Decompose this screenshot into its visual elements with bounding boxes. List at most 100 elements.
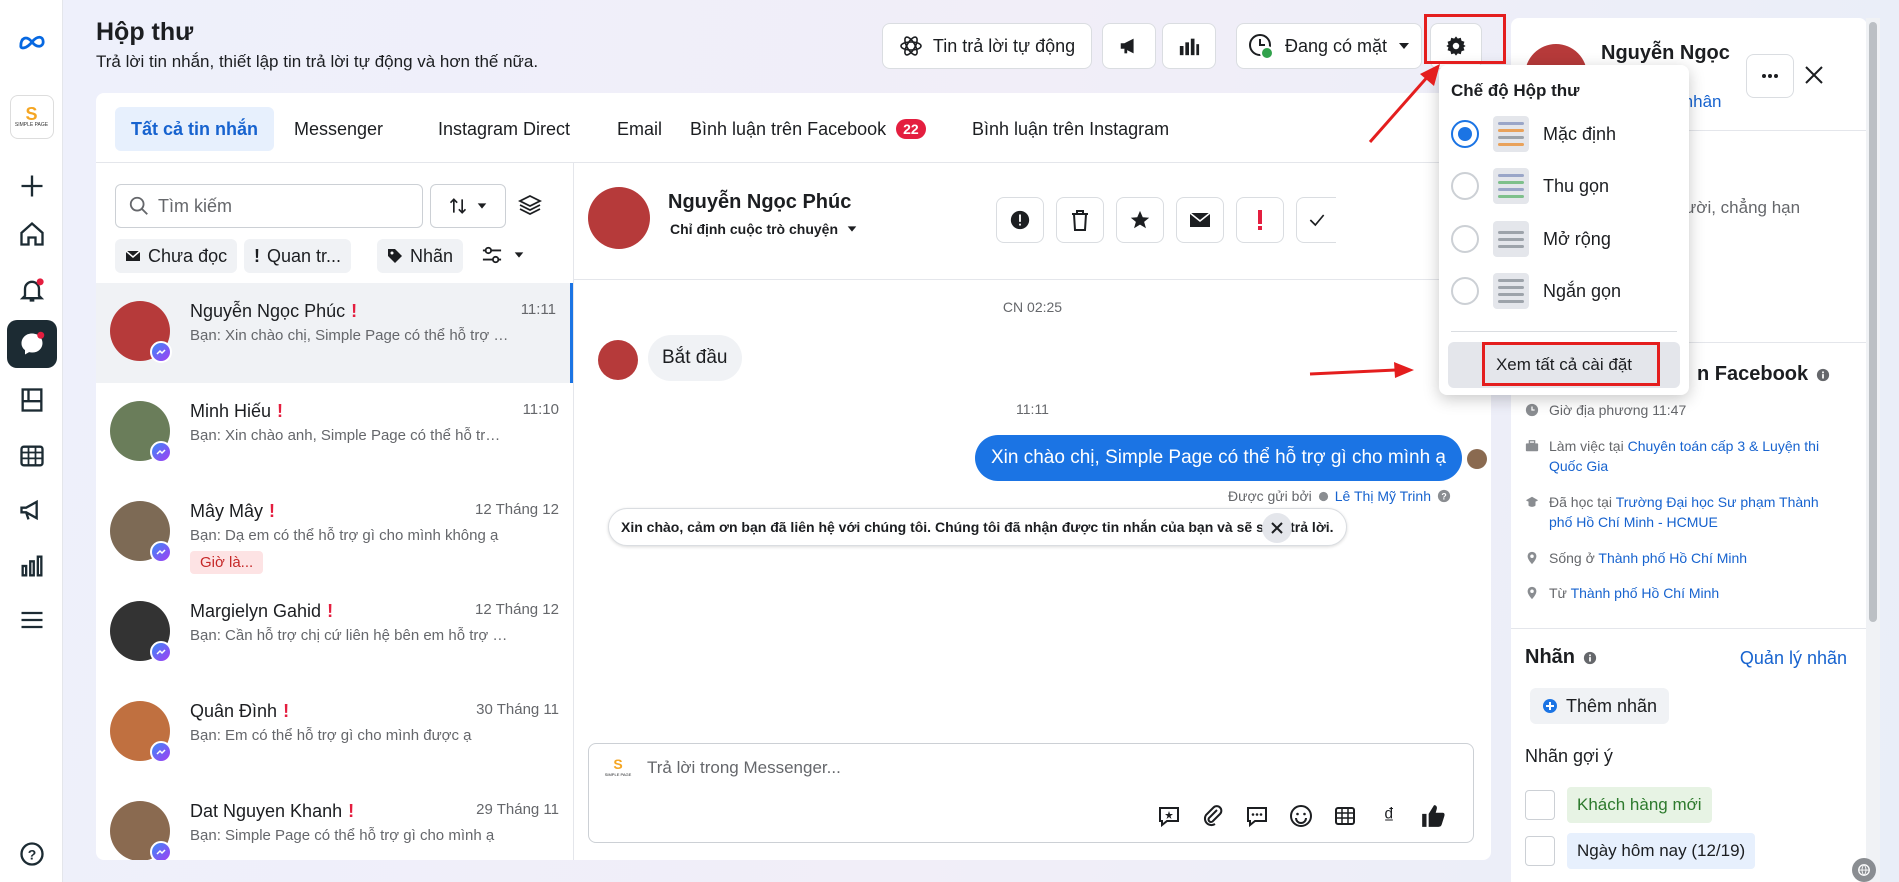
contact-name: Nguyễn Ngọc	[1601, 42, 1730, 64]
mark-done-button[interactable]	[1296, 197, 1336, 243]
conversation-item[interactable]: Margielyn Gahid! Bạn: Cần hỗ trợ chị cứ …	[96, 583, 573, 683]
messenger-badge-icon	[150, 341, 172, 363]
svg-text:?: ?	[27, 846, 36, 862]
tab-all-messages[interactable]: Tất cả tin nhắn	[115, 107, 275, 151]
tab-messenger[interactable]: Messenger	[278, 107, 399, 151]
conversation-item[interactable]: Nguyễn Ngọc Phúc! Bạn: Xin chào chị, Sim…	[96, 283, 573, 383]
radio-selected[interactable]	[1451, 120, 1479, 148]
meta-small-icon	[1318, 491, 1328, 501]
scrollbar-thumb[interactable]	[1869, 22, 1877, 622]
exclamation-icon	[1258, 210, 1262, 230]
emoji-icon[interactable]	[1287, 802, 1315, 830]
create-icon[interactable]	[0, 162, 63, 210]
close-auto-reply-button[interactable]	[1262, 513, 1292, 543]
meta-logo-icon[interactable]	[0, 18, 63, 66]
inbox-card: Tất cả tin nhắn Messenger Instagram Dire…	[96, 93, 1491, 860]
insights-icon[interactable]	[0, 542, 63, 590]
reply-input[interactable]: Trả lời trong Messenger...	[647, 758, 841, 778]
mark-unread-button[interactable]	[1176, 197, 1224, 243]
caret-down-icon	[847, 226, 857, 232]
content-icon[interactable]	[0, 376, 63, 424]
page-title: Hộp thư	[96, 18, 194, 46]
page-profile[interactable]: S SIMPLE PAGE	[0, 93, 63, 141]
sort-button[interactable]	[430, 184, 506, 228]
conversation-list-panel: Tìm kiếm Chưa đọc ! Quan tr... Nhãn Nguy…	[96, 163, 574, 860]
more-options-button[interactable]	[1746, 54, 1794, 98]
plus-circle-icon	[1543, 699, 1557, 713]
tab-facebook-comments[interactable]: Bình luận trên Facebook 22	[674, 107, 942, 151]
left-nav-rail: S SIMPLE PAGE ?	[0, 0, 63, 882]
add-label-button[interactable]: Thêm nhãn	[1530, 688, 1670, 724]
highlight-box-see-all	[1482, 342, 1660, 386]
star-button[interactable]	[1116, 197, 1164, 243]
stats-button[interactable]	[1162, 23, 1216, 69]
advanced-filter-button[interactable]	[481, 245, 525, 265]
radio-unselected[interactable]	[1451, 172, 1479, 200]
manage-labels-link[interactable]: Quản lý nhãn	[1740, 648, 1847, 669]
avatar[interactable]	[588, 187, 650, 249]
conversation-item[interactable]: Minh Hiếu! Bạn: Xin chào anh, Simple Pag…	[96, 383, 573, 483]
important-icon: !	[351, 301, 358, 321]
caret-down-icon	[1399, 43, 1410, 49]
ads-megaphone-icon[interactable]	[0, 486, 63, 534]
hometown-info: Từ Thành phố Hồ Chí Minh	[1525, 583, 1845, 603]
notifications-icon[interactable]	[0, 266, 63, 314]
conversation-label-tag[interactable]: Giờ là...	[190, 551, 264, 574]
right-panel-scrollbar[interactable]	[1866, 18, 1880, 882]
location-pin-icon	[1527, 551, 1537, 565]
menu-icon[interactable]	[0, 596, 63, 644]
radio-unselected[interactable]	[1451, 225, 1479, 253]
radio-unselected[interactable]	[1451, 277, 1479, 305]
mode-option-default[interactable]: Mặc định	[1451, 112, 1671, 156]
reply-composer[interactable]: S SIMPLE PAGE Trả lời trong Messenger... …	[588, 743, 1474, 843]
filter-labels[interactable]: Nhãn	[377, 239, 464, 273]
time-separator: 11:11	[1016, 401, 1049, 417]
table-icon[interactable]	[1331, 802, 1359, 830]
attach-icon[interactable]	[1199, 802, 1227, 830]
help-icon[interactable]: ?	[0, 830, 63, 878]
spam-button[interactable]	[996, 197, 1044, 243]
home-icon[interactable]	[0, 210, 63, 258]
important-icon: !	[327, 601, 334, 621]
tab-instagram-direct[interactable]: Instagram Direct	[422, 107, 586, 151]
mode-option-compact[interactable]: Thu gọn	[1451, 164, 1671, 208]
outgoing-message: Xin chào chị, Simple Page có thể hỗ trợ …	[975, 435, 1462, 481]
inbox-nav-item[interactable]	[0, 320, 63, 368]
close-panel-button[interactable]	[1803, 64, 1827, 88]
conversation-item[interactable]: Dat Nguyen Khanh! Bạn: Simple Page có th…	[96, 783, 573, 860]
chat-contact-name[interactable]: Nguyễn Ngọc Phúc	[668, 191, 851, 214]
mode-option-expanded[interactable]: Mở rộng	[1451, 217, 1671, 261]
suggested-label-chip[interactable]: Khách hàng mới	[1567, 787, 1712, 823]
conversation-item[interactable]: Mây Mây! Bạn: Dạ em có thể hỗ trợ gì cho…	[96, 483, 573, 583]
like-icon[interactable]	[1419, 802, 1447, 830]
annotation-arrow-up	[1368, 64, 1440, 143]
planner-icon[interactable]	[0, 432, 63, 480]
caret-down-icon	[514, 252, 524, 258]
suggested-label-checkbox[interactable]	[1525, 790, 1555, 820]
tab-instagram-comments[interactable]: Bình luận trên Instagram	[956, 107, 1185, 151]
auto-reply-button[interactable]: Tin trả lời tự động	[882, 23, 1092, 69]
delete-button[interactable]	[1056, 197, 1104, 243]
megaphone-button[interactable]	[1102, 23, 1156, 69]
lives-in-info: Sống ở Thành phố Hồ Chí Minh	[1525, 548, 1845, 568]
filter-unread[interactable]: Chưa đọc	[115, 239, 238, 273]
conversation-item[interactable]: Quân Đình! Bạn: Em có thể hỗ trợ gì cho …	[96, 683, 573, 783]
suggested-label-checkbox[interactable]	[1525, 836, 1555, 866]
filter-important[interactable]: ! Quan tr...	[244, 239, 352, 273]
info-icon	[1583, 651, 1597, 664]
globe-icon[interactable]	[1852, 858, 1876, 882]
messenger-badge-icon	[150, 441, 172, 463]
saved-reply-icon[interactable]	[1155, 802, 1183, 830]
tab-email[interactable]: Email	[601, 107, 678, 151]
suggested-label-chip[interactable]: Ngày hôm nay (12/19)	[1567, 833, 1756, 869]
layers-icon[interactable]	[518, 193, 542, 217]
highlight-box-gear	[1424, 14, 1506, 64]
mark-important-button[interactable]	[1236, 197, 1284, 243]
quick-reply-icon[interactable]	[1243, 802, 1271, 830]
avatar	[1467, 449, 1487, 469]
important-icon: !	[277, 401, 284, 421]
mode-option-brief[interactable]: Ngắn gọn	[1451, 269, 1671, 313]
assign-conversation-dropdown[interactable]: Chỉ định cuộc trò chuyện	[670, 221, 858, 237]
search-input[interactable]: Tìm kiếm	[115, 184, 423, 228]
currency-dong-icon[interactable]: ₫	[1375, 802, 1403, 830]
